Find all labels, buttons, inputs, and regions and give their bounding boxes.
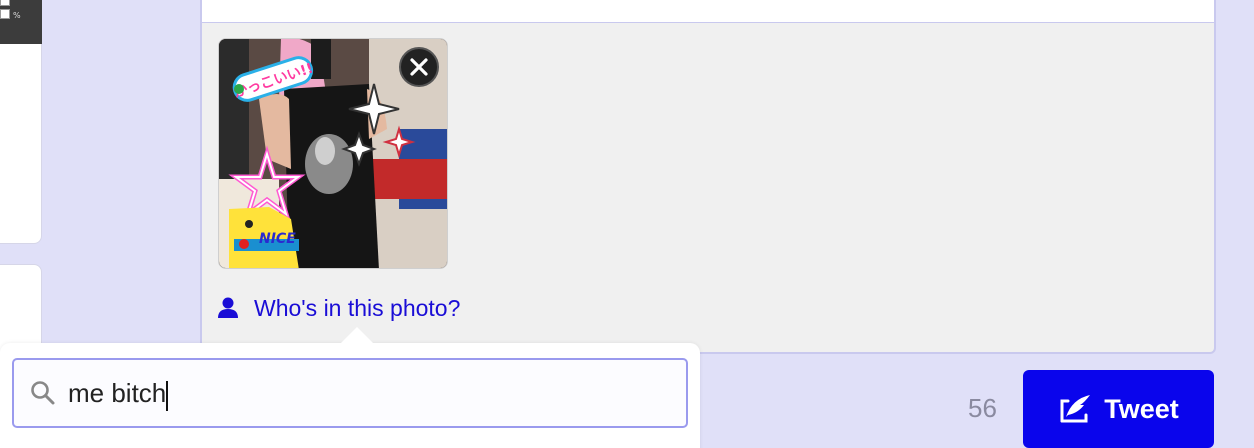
tag-search-input[interactable] xyxy=(68,377,628,409)
text-caret xyxy=(166,381,168,411)
mini-input-field[interactable] xyxy=(0,9,10,19)
character-counter: 56 xyxy=(968,393,997,423)
popup-arrow xyxy=(340,327,374,344)
photo-sticker-text: NICE xyxy=(259,231,296,247)
tweet-button[interactable]: Tweet xyxy=(1023,370,1214,448)
remove-photo-button[interactable] xyxy=(399,47,439,87)
tweet-text-area[interactable] xyxy=(200,0,1216,24)
search-icon xyxy=(31,381,55,405)
tag-people-link[interactable]: Who's in this photo? xyxy=(216,293,460,323)
person-icon xyxy=(218,297,238,318)
tag-search-box[interactable] xyxy=(12,358,688,428)
tag-people-label: Who's in this photo? xyxy=(254,294,461,321)
left-thumbnail-panel: % xyxy=(0,0,42,44)
close-icon xyxy=(410,58,428,76)
percent-label: % xyxy=(13,11,21,20)
mini-input-field[interactable] xyxy=(0,0,10,6)
tweet-button-label: Tweet xyxy=(1104,393,1179,424)
compose-quill-icon xyxy=(1060,395,1091,423)
